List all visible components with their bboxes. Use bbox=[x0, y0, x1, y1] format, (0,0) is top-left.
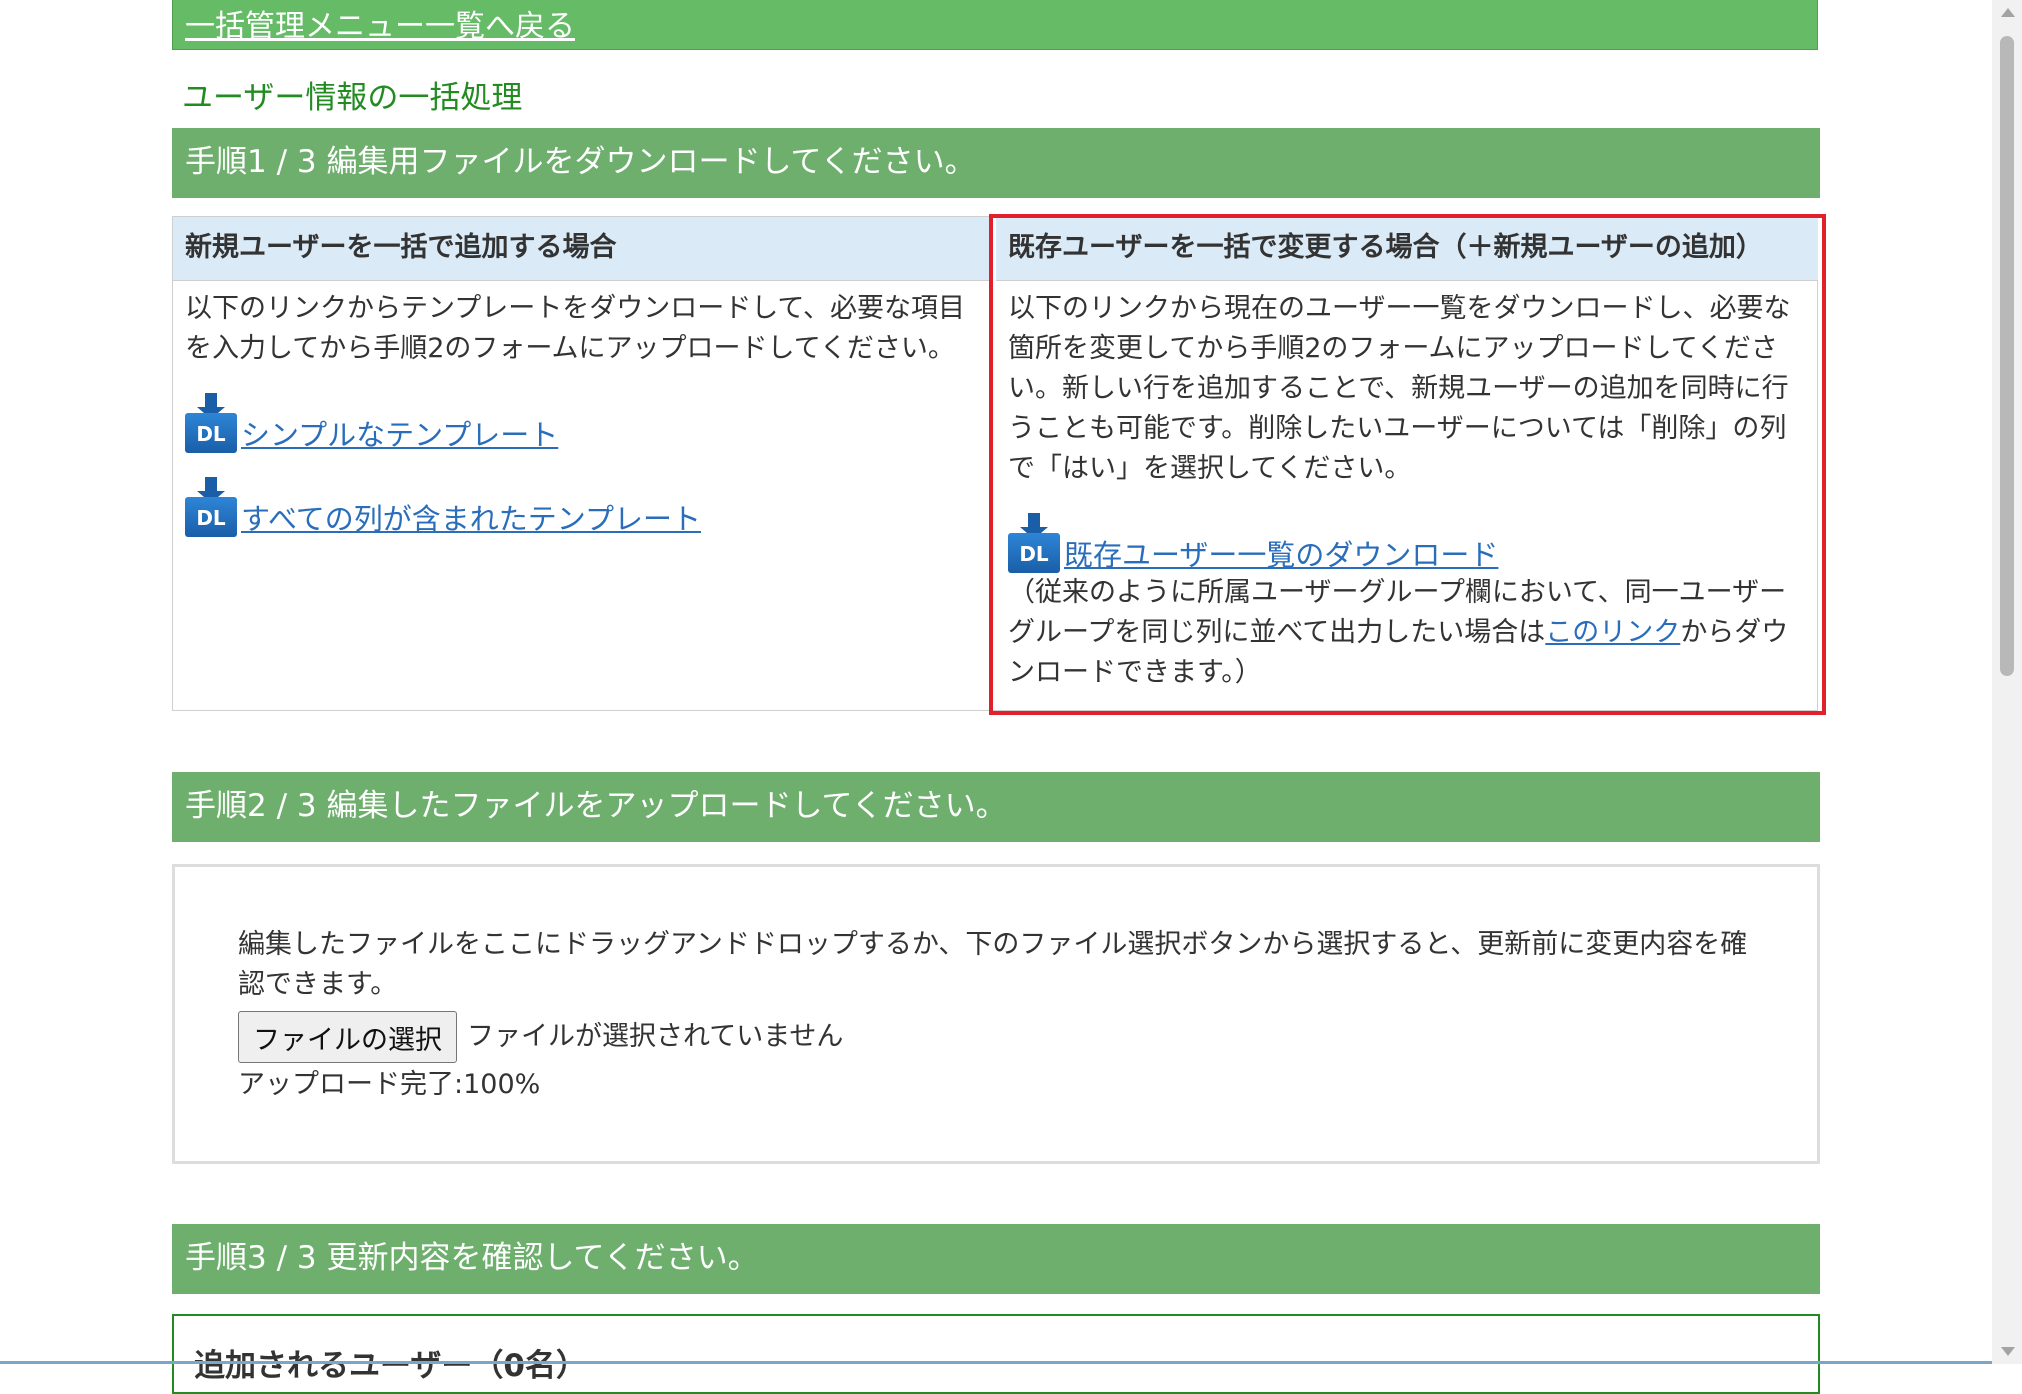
step3-header: 手順3 / 3 更新内容を確認してください。 bbox=[172, 1224, 1820, 1294]
download-options: 新規ユーザーを一括で追加する場合 以下のリンクからテンプレートをダウンロードして… bbox=[172, 216, 1818, 711]
full-template-link[interactable]: すべての列が含まれたテンプレート bbox=[241, 501, 701, 537]
legacy-format-link[interactable]: このリンク bbox=[1545, 617, 1680, 648]
scroll-down-arrow-icon[interactable] bbox=[2001, 1347, 2015, 1356]
dl-icon-label: DL bbox=[1008, 533, 1060, 573]
legacy-format-note: （従来のように所属ユーザーグループ欄において、同一ユーザーグループを同じ列に並べ… bbox=[1008, 573, 1806, 693]
new-users-heading: 新規ユーザーを一括で追加する場合 bbox=[173, 217, 989, 281]
file-drop-zone[interactable]: 編集したファイルをここにドラッグアンドドロップするか、下のファイル選択ボタンから… bbox=[172, 864, 1820, 1164]
download-icon[interactable]: DL bbox=[185, 477, 237, 537]
upload-instruction: 編集したファイルをここにドラッグアンドドロップするか、下のファイル選択ボタンから… bbox=[238, 929, 1748, 1000]
step2-header: 手順2 / 3 編集したファイルをアップロードしてください。 bbox=[172, 772, 1820, 842]
vertical-scrollbar[interactable] bbox=[1992, 0, 2022, 1364]
existing-users-body: 以下のリンクから現在のユーザー一覧をダウンロードし、必要な箇所を変更してから手順… bbox=[996, 281, 1818, 693]
added-users-section: 追加されるユーザー（0名） bbox=[172, 1314, 1820, 1394]
download-icon[interactable]: DL bbox=[1008, 513, 1060, 573]
step1-header: 手順1 / 3 編集用ファイルをダウンロードしてください。 bbox=[172, 128, 1820, 198]
choose-file-button[interactable]: ファイルの選択 bbox=[238, 1011, 457, 1063]
existing-users-description: 以下のリンクから現在のユーザー一覧をダウンロードし、必要な箇所を変更してから手順… bbox=[1008, 293, 1791, 484]
new-users-description: 以下のリンクからテンプレートをダウンロードして、必要な項目を入力してから手順2の… bbox=[185, 293, 966, 364]
scroll-thumb[interactable] bbox=[2000, 36, 2014, 676]
upload-progress: アップロード完了:100% bbox=[238, 1069, 541, 1100]
dl-icon-label: DL bbox=[185, 497, 237, 537]
page-title: ユーザー情報の一括処理 bbox=[182, 80, 523, 116]
new-users-body: 以下のリンクからテンプレートをダウンロードして、必要な項目を入力してから手順2の… bbox=[173, 281, 989, 537]
upload-content: 編集したファイルをここにドラッグアンドドロップするか、下のファイル選択ボタンから… bbox=[238, 925, 1768, 1107]
simple-template-link[interactable]: シンプルなテンプレート bbox=[241, 417, 558, 453]
existing-download-row: DL 既存ユーザー一覧のダウンロード bbox=[1008, 513, 1806, 573]
existing-users-heading: 既存ユーザーを一括で変更する場合（＋新規ユーザーの追加） bbox=[996, 217, 1818, 281]
back-to-menu-link[interactable]: 一括管理メニュー一覧へ戻る bbox=[185, 1, 575, 45]
top-nav-bar: 一括管理メニュー一覧へ戻る bbox=[172, 0, 1818, 50]
full-template-row: DL すべての列が含まれたテンプレート bbox=[185, 477, 977, 537]
download-icon[interactable]: DL bbox=[185, 393, 237, 453]
file-status: ファイルが選択されていません bbox=[467, 1021, 844, 1052]
new-users-column: 新規ユーザーを一括で追加する場合 以下のリンクからテンプレートをダウンロードして… bbox=[173, 217, 990, 710]
file-input-row: ファイルの選択 ファイルが選択されていません bbox=[238, 1011, 1768, 1063]
existing-users-download-link[interactable]: 既存ユーザー一覧のダウンロード bbox=[1064, 537, 1498, 573]
simple-template-row: DL シンプルなテンプレート bbox=[185, 393, 977, 453]
scroll-up-arrow-icon[interactable] bbox=[2001, 8, 2015, 17]
dl-icon-label: DL bbox=[185, 413, 237, 453]
existing-users-column: 既存ユーザーを一括で変更する場合（＋新規ユーザーの追加） 以下のリンクから現在の… bbox=[996, 217, 1818, 710]
